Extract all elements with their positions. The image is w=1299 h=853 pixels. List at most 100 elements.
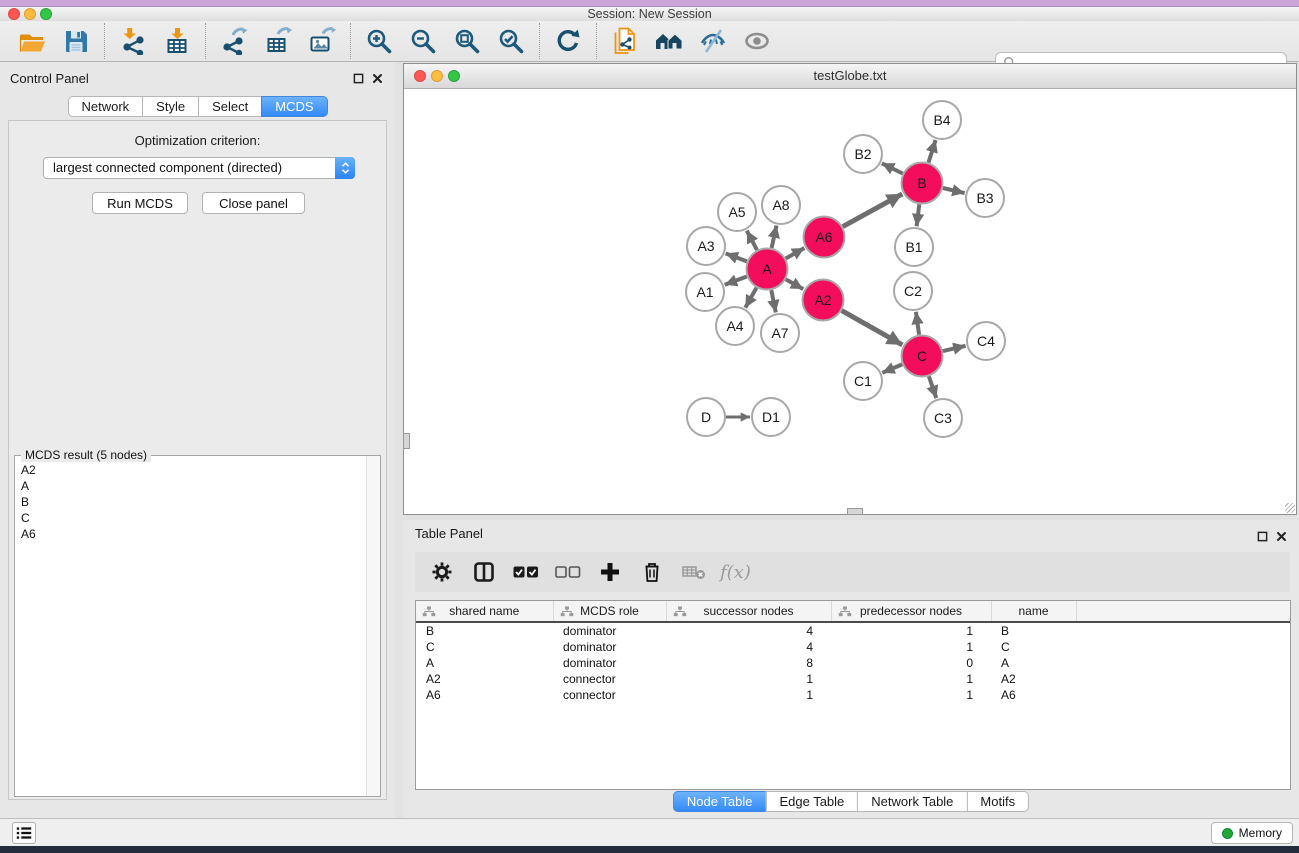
tab-style[interactable]: Style [142, 96, 198, 117]
edge-A-A5[interactable] [747, 231, 757, 250]
deselect-checkboxes-button[interactable] [555, 559, 581, 585]
column-header-name[interactable]: name [991, 601, 1076, 622]
node-D1[interactable]: D1 [752, 398, 790, 436]
table-cell[interactable]: dominator [553, 655, 666, 671]
node-B[interactable]: B [902, 163, 943, 204]
node-A8[interactable]: A8 [762, 186, 800, 224]
node-A4[interactable]: A4 [716, 307, 754, 345]
save-session-button[interactable] [58, 24, 94, 58]
edge-C-C4[interactable] [943, 346, 966, 351]
mcds-result-item[interactable]: C [21, 510, 361, 526]
table-cell[interactable]: connector [553, 671, 666, 687]
left-splitter-handle[interactable] [403, 433, 410, 449]
network-canvas[interactable]: B4B2BB3A5A8A6B1A3AC2A1A2A4A7C4CC1C3DD1 [404, 88, 1296, 514]
node-C2[interactable]: C2 [894, 272, 932, 310]
table-cell[interactable]: A [991, 655, 1076, 671]
settings-gear-button[interactable] [429, 559, 455, 585]
table-cell[interactable]: 1 [831, 687, 991, 703]
show-all-button[interactable] [739, 24, 775, 58]
table-row[interactable]: Adominator80A [416, 655, 1290, 671]
edge-B-B2[interactable] [882, 163, 903, 173]
table-cell[interactable]: 4 [666, 622, 831, 639]
zoom-out-button[interactable] [405, 24, 441, 58]
edge-B-B1[interactable] [917, 204, 920, 226]
edge-C-C3[interactable] [929, 376, 936, 398]
edge-A-A3[interactable] [726, 253, 747, 261]
bottom-splitter-handle[interactable] [847, 508, 863, 515]
edge-C-C1[interactable] [882, 364, 902, 372]
resize-grip[interactable] [1285, 503, 1295, 513]
tab-select[interactable]: Select [198, 96, 261, 117]
app-titlebar[interactable]: Session: New Session [0, 7, 1299, 21]
table-cell[interactable]: dominator [553, 639, 666, 655]
tab-motifs[interactable]: Motifs [966, 791, 1029, 812]
tab-network[interactable]: Network [67, 96, 142, 117]
table-row[interactable]: Bdominator41B [416, 622, 1290, 639]
export-image-button[interactable] [304, 24, 340, 58]
copy-network-button[interactable] [607, 24, 643, 58]
tab-mcds[interactable]: MCDS [261, 96, 327, 117]
zoom-selected-button[interactable] [493, 24, 529, 58]
tab-node-table[interactable]: Node Table [673, 791, 766, 812]
node-A[interactable]: A [747, 249, 788, 290]
edge-A6-B[interactable] [843, 194, 903, 227]
column-header-shared-name[interactable]: shared name [416, 601, 553, 622]
node-B4[interactable]: B4 [923, 101, 961, 139]
table-cell[interactable]: A [416, 655, 553, 671]
edge-B-B4[interactable] [929, 140, 936, 163]
table-cell[interactable]: 1 [831, 639, 991, 655]
mcds-result-item[interactable]: A [21, 478, 361, 494]
edge-B-B3[interactable] [943, 188, 965, 193]
table-cell[interactable]: 1 [831, 622, 991, 639]
column-header-successor-nodes[interactable]: successor nodes [666, 601, 831, 622]
refresh-button[interactable] [550, 24, 586, 58]
network-graph[interactable]: B4B2BB3A5A8A6B1A3AC2A1A2A4A7C4CC1C3DD1 [404, 88, 1296, 514]
edge-A2-C[interactable] [842, 311, 903, 345]
column-header-predecessor-nodes[interactable]: predecessor nodes [831, 601, 991, 622]
result-scrollbar[interactable] [366, 456, 380, 796]
delete-table-button[interactable] [681, 559, 707, 585]
float-table-panel-button[interactable] [1257, 531, 1268, 542]
table-cell[interactable]: 0 [831, 655, 991, 671]
zoom-in-button[interactable] [361, 24, 397, 58]
table-row[interactable]: A6connector11A6 [416, 687, 1290, 703]
mcds-result-item[interactable]: A6 [21, 526, 361, 542]
criterion-dropdown[interactable]: largest connected component (directed) [43, 157, 355, 179]
export-table-button[interactable] [260, 24, 296, 58]
close-panel-button-2[interactable]: Close panel [202, 192, 305, 214]
delete-row-button[interactable] [639, 559, 665, 585]
close-panel-button[interactable] [372, 73, 383, 84]
table-row[interactable]: A2connector11A2 [416, 671, 1290, 687]
column-header-mcds-role[interactable]: MCDS role [553, 601, 666, 622]
table-cell[interactable]: connector [553, 687, 666, 703]
node-A2[interactable]: A2 [803, 280, 844, 321]
node-B2[interactable]: B2 [844, 135, 882, 173]
table-row[interactable]: Cdominator41C [416, 639, 1290, 655]
zoom-fit-button[interactable] [449, 24, 485, 58]
node-C1[interactable]: C1 [844, 362, 882, 400]
table-cell[interactable]: B [991, 622, 1076, 639]
node-A3[interactable]: A3 [687, 227, 725, 265]
float-panel-button[interactable] [353, 73, 364, 84]
open-file-button[interactable] [14, 24, 50, 58]
edge-A-A1[interactable] [725, 277, 747, 285]
node-B1[interactable]: B1 [895, 228, 933, 266]
edge-A-A2[interactable] [786, 279, 804, 289]
hide-selected-button[interactable] [695, 24, 731, 58]
mcds-result-item[interactable]: B [21, 494, 361, 510]
table-cell[interactable]: 1 [666, 671, 831, 687]
tab-network-table[interactable]: Network Table [857, 791, 966, 812]
table-cell[interactable]: B [416, 622, 553, 639]
edge-A-A4[interactable] [745, 288, 756, 308]
node-A6[interactable]: A6 [804, 217, 845, 258]
table-cell[interactable]: C [416, 639, 553, 655]
show-panels-button[interactable] [12, 822, 36, 844]
tab-edge-table[interactable]: Edge Table [765, 791, 857, 812]
table-cell[interactable]: 8 [666, 655, 831, 671]
import-network-button[interactable] [115, 24, 151, 58]
select-checkboxes-button[interactable] [513, 559, 539, 585]
node-A5[interactable]: A5 [718, 193, 756, 231]
edge-A-A8[interactable] [772, 226, 777, 249]
node-A7[interactable]: A7 [761, 314, 799, 352]
node-D[interactable]: D [687, 398, 725, 436]
